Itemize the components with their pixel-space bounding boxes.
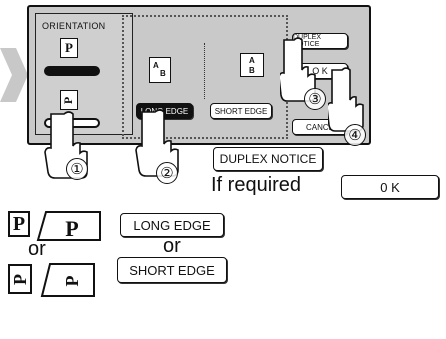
landscape-orientation-icon: P xyxy=(60,90,78,110)
short-edge-doc-icon: AB xyxy=(240,53,264,77)
step-4-marker: ④ xyxy=(344,124,366,146)
ok-callout-button: 0 K xyxy=(341,175,439,199)
arrow-decoration xyxy=(0,48,28,102)
step-3-marker: ③ xyxy=(304,88,326,110)
portrait-orientation-icon: P xyxy=(60,38,78,58)
portrait-doc-icon: P xyxy=(8,211,30,237)
landscape-doc-tilted-icon: P xyxy=(40,263,95,297)
svg-text:P: P xyxy=(62,276,82,287)
if-required-text: If required xyxy=(211,174,302,196)
step-2-marker: ② xyxy=(156,162,178,184)
or-text: or xyxy=(163,235,181,257)
portrait-orientation-button[interactable] xyxy=(44,66,100,76)
long-edge-legend-button: LONG EDGE xyxy=(120,213,224,237)
landscape-doc-icon: P xyxy=(8,264,32,294)
portrait-doc-tilted-icon: P xyxy=(36,211,101,241)
duplex-notice-callout-button: DUPLEX NOTICE xyxy=(213,147,323,171)
svg-text:P: P xyxy=(65,216,78,241)
or-text: or xyxy=(28,238,46,260)
long-edge-doc-icon: AB xyxy=(149,57,171,83)
short-edge-legend-button: SHORT EDGE xyxy=(117,257,227,283)
short-edge-button[interactable]: SHORT EDGE xyxy=(210,103,272,119)
step-1-marker: ① xyxy=(66,158,88,180)
orientation-label: ORIENTATION xyxy=(42,21,106,31)
section-divider xyxy=(204,43,205,99)
